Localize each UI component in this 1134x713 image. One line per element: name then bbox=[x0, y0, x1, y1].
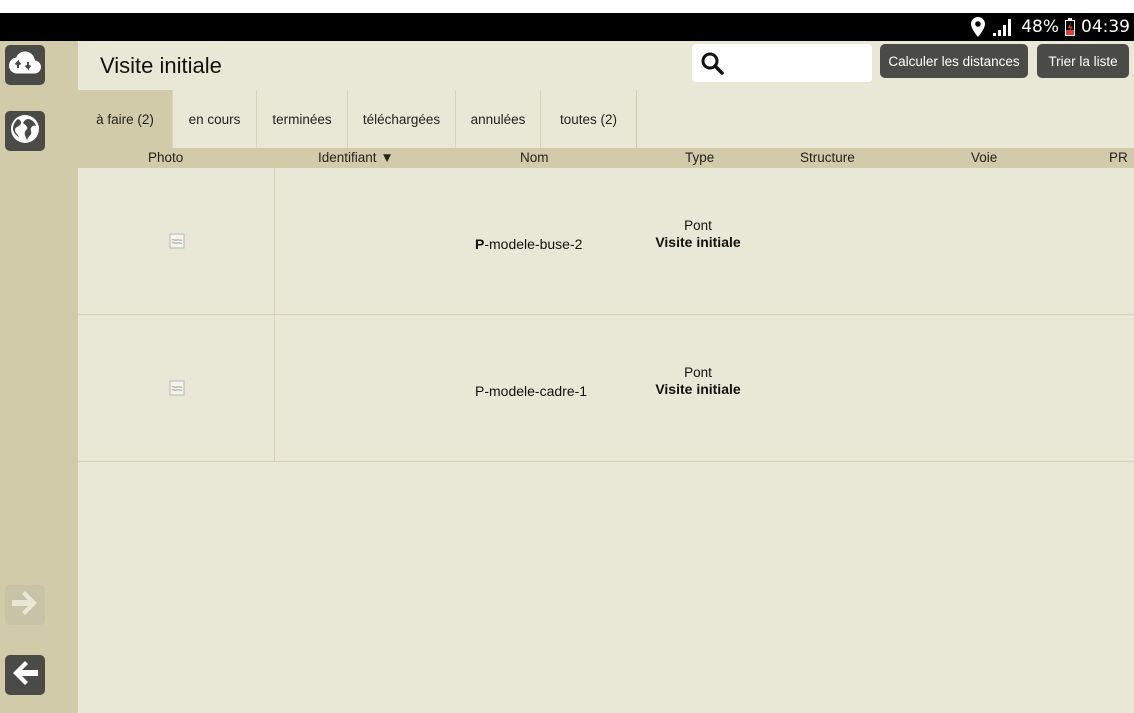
col-type[interactable]: Type bbox=[685, 150, 714, 165]
status-right: 48% 04:39 bbox=[971, 13, 1130, 41]
row-nom: P-modele-cadre-1 bbox=[475, 383, 587, 399]
signal-icon bbox=[991, 18, 1015, 36]
visit-label: Visite initiale bbox=[655, 234, 741, 250]
row-type: Pont Visite initiale bbox=[618, 218, 778, 250]
arrow-left-icon bbox=[10, 659, 40, 692]
tab-cancelled[interactable]: annulées bbox=[456, 90, 541, 148]
col-photo[interactable]: Photo bbox=[148, 150, 183, 165]
tab-todo[interactable]: à faire (2) bbox=[78, 90, 173, 148]
system-status-bar: 48% 04:39 bbox=[0, 13, 1134, 41]
battery-icon bbox=[1065, 18, 1075, 36]
status-bar-top bbox=[0, 0, 1134, 13]
col-identifiant[interactable]: Identifiant ▼ bbox=[318, 150, 394, 165]
col-pr[interactable]: PR bbox=[1109, 150, 1128, 165]
sort-down-icon: ▼ bbox=[380, 150, 394, 165]
calculate-distances-button[interactable]: Calculer les distances bbox=[880, 44, 1028, 78]
type-label: Pont bbox=[684, 365, 712, 380]
sidebar bbox=[0, 41, 78, 713]
nom-rest: -modele-buse-2 bbox=[484, 236, 583, 252]
main-panel: Visite initiale Calculer les distances T… bbox=[78, 41, 1134, 713]
tab-downloaded[interactable]: téléchargées bbox=[348, 90, 456, 148]
sort-list-button[interactable]: Trier la liste bbox=[1037, 44, 1129, 78]
page-title: Visite initiale bbox=[100, 53, 222, 78]
tab-bar: à faire (2) en cours terminées télécharg… bbox=[78, 90, 637, 148]
nom-prefix: P bbox=[475, 236, 485, 252]
cloud-sync-icon bbox=[8, 50, 42, 81]
back-button[interactable] bbox=[5, 655, 45, 695]
search-input[interactable] bbox=[692, 44, 872, 82]
tab-completed[interactable]: terminées bbox=[257, 90, 348, 148]
arrow-right-icon bbox=[10, 589, 40, 622]
map-button[interactable] bbox=[5, 111, 45, 151]
table-row[interactable]: P-modele-buse-2 Pont Visite initiale bbox=[78, 168, 1134, 315]
row-type: Pont Visite initiale bbox=[618, 365, 778, 397]
tab-in-progress[interactable]: en cours bbox=[173, 90, 257, 148]
tab-all[interactable]: toutes (2) bbox=[541, 90, 637, 148]
photo-cell bbox=[78, 168, 275, 314]
photo-cell bbox=[78, 315, 275, 461]
sync-button[interactable] bbox=[5, 45, 45, 85]
table-body: P-modele-buse-2 Pont Visite initiale P-m… bbox=[78, 168, 1134, 462]
table-row[interactable]: P-modele-cadre-1 Pont Visite initiale bbox=[78, 315, 1134, 462]
type-label: Pont bbox=[684, 218, 712, 233]
row-nom: P-modele-buse-2 bbox=[475, 236, 582, 252]
table-header: Photo Identifiant ▼ Nom Type Structure V… bbox=[78, 148, 1134, 168]
image-placeholder-icon bbox=[169, 380, 185, 401]
col-structure[interactable]: Structure bbox=[800, 150, 855, 165]
location-icon bbox=[971, 17, 986, 37]
next-button[interactable] bbox=[5, 585, 45, 625]
col-nom[interactable]: Nom bbox=[520, 150, 549, 165]
nom-rest: P-modele-cadre-1 bbox=[475, 383, 588, 399]
battery-percent: 48% bbox=[1021, 17, 1059, 37]
globe-icon bbox=[9, 113, 41, 150]
col-voie[interactable]: Voie bbox=[971, 150, 997, 165]
image-placeholder-icon bbox=[169, 233, 185, 254]
clock: 04:39 bbox=[1081, 17, 1130, 37]
visit-label: Visite initiale bbox=[655, 381, 741, 397]
col-identifiant-label: Identifiant bbox=[318, 150, 377, 165]
